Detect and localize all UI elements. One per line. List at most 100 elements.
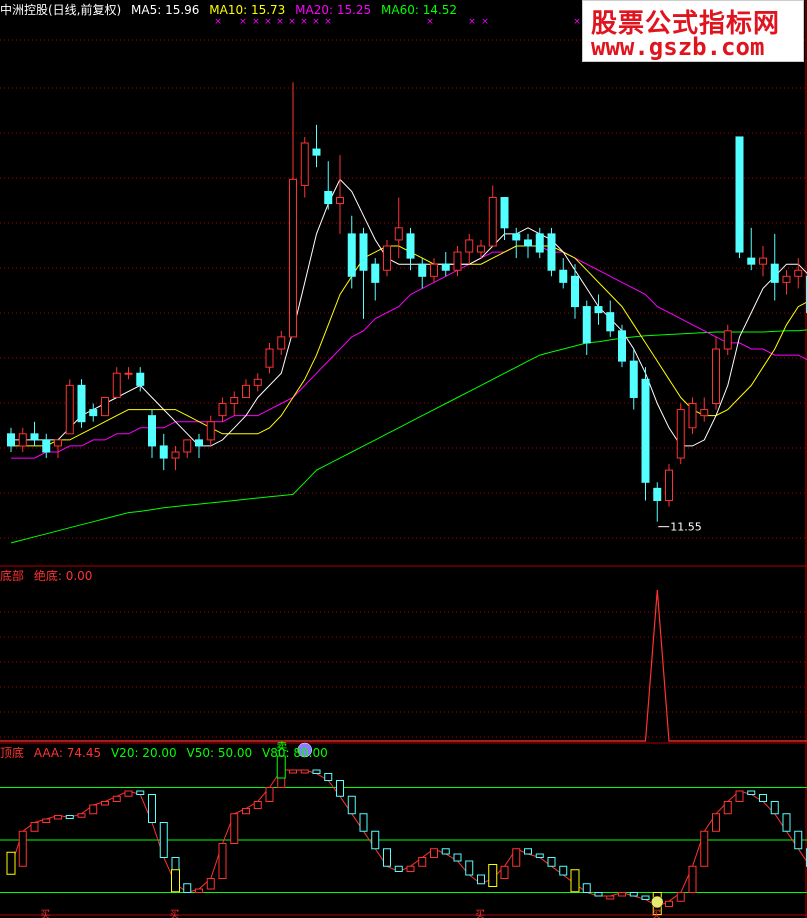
aaa-block — [641, 895, 650, 900]
candle-body — [42, 439, 51, 453]
candle-body — [571, 275, 579, 308]
candle-body — [430, 263, 438, 277]
ma5-value: MA5: 15.96 — [131, 3, 200, 17]
bottom-signal-line — [0, 589, 807, 742]
top-marker: × — [264, 17, 272, 27]
stock-chart: ××××××××××××××11.55卖买买买买买 — [0, 0, 807, 918]
candle-body — [547, 233, 556, 271]
top-bottom-panel-header: 顶底 AAA: 74.45 V20: 20.00 V50: 50.00 V80:… — [0, 746, 334, 760]
candle-body — [688, 403, 697, 429]
aaa-block — [676, 892, 685, 902]
ma20-line — [11, 245, 807, 459]
candle-body — [206, 421, 215, 441]
aaa-block — [195, 888, 203, 893]
aaa-block — [535, 853, 544, 858]
candle-body — [289, 178, 297, 338]
candle-body — [89, 409, 98, 417]
aaa-block — [606, 895, 615, 900]
candle-body — [629, 360, 638, 398]
candle-body — [488, 197, 497, 247]
buy-marker: 买 — [170, 909, 180, 918]
top-bottom-title: 顶底 — [0, 746, 25, 760]
aaa-block — [665, 900, 673, 907]
smile-face-icon — [651, 895, 664, 909]
candle-body — [582, 306, 591, 344]
aaa-block — [782, 813, 791, 832]
candle-body — [759, 257, 767, 265]
ma10-line — [11, 245, 807, 447]
v20-value: V20: 20.00 — [110, 746, 177, 760]
aaa-block — [477, 874, 485, 885]
candle-body — [183, 439, 192, 453]
candle-body — [30, 433, 39, 441]
main-panel-header: 中洲控股(日线,前复权) MA5: 15.96 MA10: 15.73 MA20… — [0, 3, 463, 17]
aaa-block — [347, 795, 356, 815]
top-marker: × — [573, 17, 581, 27]
candle-body — [441, 263, 450, 271]
aaa-block — [794, 830, 803, 850]
aaa-block — [759, 794, 767, 802]
candle-body — [618, 330, 626, 362]
aaa-block — [629, 892, 638, 897]
aaa-block — [735, 790, 744, 802]
aaa-extreme-block — [6, 851, 16, 875]
candle-body — [101, 396, 109, 417]
aaa-block — [54, 815, 62, 820]
candle-body — [665, 469, 673, 501]
aaa-block — [77, 813, 86, 818]
candle-body — [136, 372, 145, 386]
candle-body — [512, 233, 521, 241]
candle-body — [7, 433, 15, 447]
aaa-block — [524, 848, 532, 855]
aaa-block — [594, 892, 603, 897]
buy-marker: 买 — [651, 909, 661, 918]
candle-body — [524, 239, 532, 247]
aaa-block — [112, 795, 121, 802]
candle-body — [782, 275, 791, 283]
aaa-block — [89, 804, 98, 815]
aaa-block — [30, 822, 39, 832]
aaa-block — [206, 878, 215, 890]
aaa-block — [253, 801, 262, 809]
ma20-value: MA20: 15.25 — [295, 3, 372, 17]
aaa-block — [453, 853, 462, 862]
aaa-value: AAA: 74.45 — [33, 746, 102, 760]
aaa-block — [42, 818, 51, 823]
aaa-block — [312, 769, 321, 774]
aaa-block — [418, 857, 427, 867]
candle-body — [112, 372, 121, 398]
candle-body — [324, 190, 333, 205]
top-marker: × — [252, 17, 260, 27]
aaa-block — [547, 857, 556, 867]
candle-body — [65, 384, 74, 435]
aaa-block — [747, 790, 756, 795]
candle-body — [770, 263, 779, 283]
top-marker: × — [312, 17, 320, 27]
aaa-block — [465, 860, 474, 876]
candle-body — [347, 233, 356, 277]
aaa-block — [512, 848, 521, 867]
watermark-url: www.gszb.com — [591, 33, 765, 61]
candle-body — [559, 269, 568, 283]
candle-body — [641, 378, 650, 483]
candle-body — [265, 348, 274, 368]
top-marker: × — [214, 17, 222, 27]
candle-body — [406, 233, 415, 259]
aaa-block — [183, 883, 192, 893]
aaa-block — [336, 780, 344, 797]
aaa-block — [441, 848, 450, 855]
aaa-block — [136, 790, 145, 795]
candle-body — [336, 197, 344, 205]
top-marker: × — [239, 17, 247, 27]
v80-value: V80: 80.00 — [262, 746, 328, 760]
v50-value: V50: 50.00 — [186, 746, 253, 760]
stock-title: 中洲控股(日线,前复权) — [0, 3, 122, 17]
candle-body — [230, 396, 239, 405]
candle-body — [723, 330, 732, 350]
candle-body — [676, 409, 685, 459]
candle-body — [394, 227, 403, 241]
bottom-panel-header: 底部 绝底: 0.00 — [0, 569, 98, 583]
candle-body — [453, 251, 462, 271]
candle-body — [653, 487, 662, 501]
candle-body — [77, 384, 86, 423]
